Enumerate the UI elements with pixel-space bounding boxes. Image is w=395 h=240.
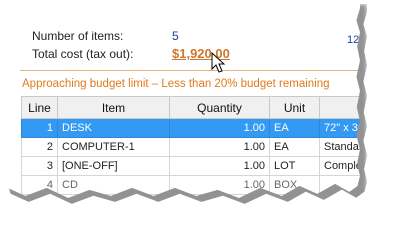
column-header-quantity[interactable]: Quantity	[169, 96, 270, 119]
unit-cell: EA	[269, 118, 320, 138]
items-count-value: 5	[172, 29, 179, 43]
item-cell: DESK	[57, 118, 170, 138]
item-cell: [ONE-OFF]	[57, 156, 170, 176]
table-row[interactable]: 2 COMPUTER-1 1.00 EA Standar	[21, 137, 360, 157]
side-number: 12	[347, 34, 360, 46]
quantity-cell: 1.00	[169, 156, 270, 176]
unit-cell: LOT	[269, 156, 320, 176]
column-header-line[interactable]: Line	[21, 96, 58, 119]
column-header-description[interactable]	[319, 96, 360, 119]
line-cell: 1	[21, 118, 58, 138]
line-cell: 2	[21, 137, 58, 157]
description-cell: Standar	[319, 137, 360, 157]
items-count-label: Number of items:	[32, 29, 124, 43]
arrow-cursor-icon	[211, 52, 226, 73]
table-row[interactable]: 1 DESK 1.00 EA 72" x 36"	[21, 118, 360, 138]
budget-warning: Approaching budget limit – Less than 20%…	[22, 78, 330, 90]
description-cell: 72" x 36"	[319, 118, 360, 138]
torn-paper-fragment: Number of items: 5 Total cost (tax out):…	[4, 0, 360, 198]
quantity-cell: 1.00	[169, 118, 270, 138]
column-header-item[interactable]: Item	[57, 96, 170, 119]
table-row[interactable]: 3 [ONE-OFF] 1.00 LOT Complet	[21, 156, 360, 176]
divider	[20, 70, 360, 71]
line-cell: 3	[21, 156, 58, 176]
column-header-unit[interactable]: Unit	[269, 96, 320, 119]
item-cell: COMPUTER-1	[57, 137, 170, 157]
line-items-grid: Line Item Quantity Unit 1 DESK 1.00 EA 7…	[21, 96, 360, 195]
grid-header-row: Line Item Quantity Unit	[21, 96, 360, 119]
unit-cell: EA	[269, 137, 320, 157]
description-cell: Complet	[319, 156, 360, 176]
total-cost-label: Total cost (tax out):	[32, 47, 134, 61]
quantity-cell: 1.00	[169, 137, 270, 157]
item-cell: CD	[57, 175, 170, 195]
